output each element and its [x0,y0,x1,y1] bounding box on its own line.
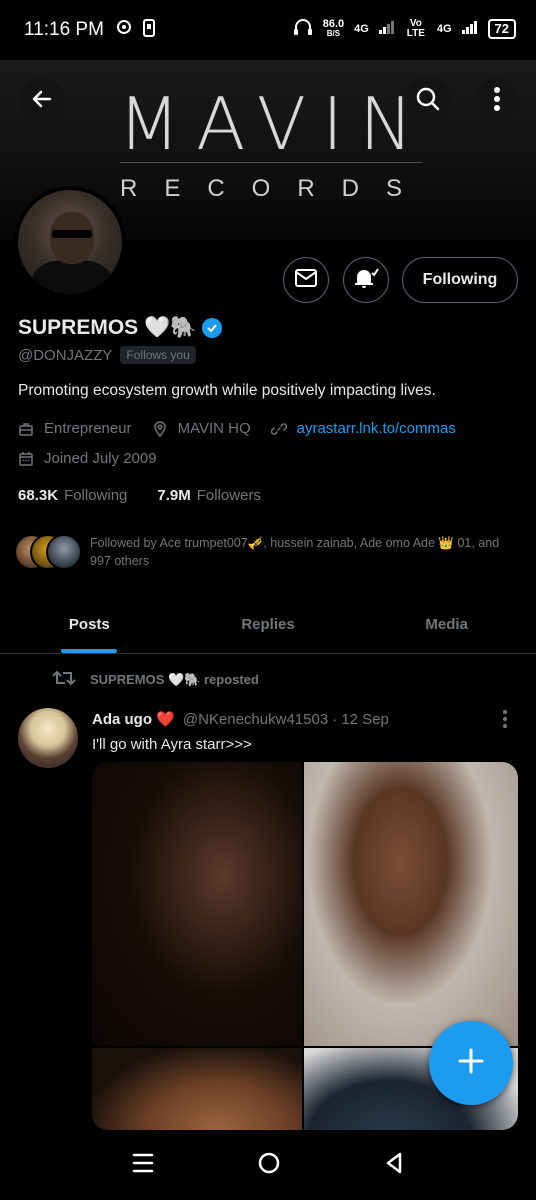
profile-joined-date: Joined July 2009 [44,450,157,467]
followed-by-row[interactable]: Followed by Ace trumpet007🎺, hussein zai… [14,534,520,570]
banner-logo-sub: RECORDS [120,175,430,202]
system-nav-bar [0,1130,536,1200]
mutual-avatars [14,534,84,570]
post-header: Ada ugo ❤️ @NKenechukw41503 · 12 Sep [92,710,389,729]
followers-label[interactable]: Followers [197,487,261,504]
repost-indicator: SUPREMOS 🤍🐘 reposted [52,668,259,691]
net-speed-value: 86.0 [322,17,345,30]
banner-logo-main: MAVIN [118,82,430,166]
search-button[interactable] [405,78,451,124]
phone-notification-icon [142,19,156,41]
tab-replies[interactable]: Replies [179,596,358,653]
followers-count[interactable]: 7.9M [157,487,190,504]
following-button[interactable]: Following [402,257,518,303]
search-icon [415,86,441,117]
post-author-avatar[interactable] [18,708,78,768]
profile-joined-row: Joined July 2009 [18,450,157,467]
message-button[interactable] [283,257,329,303]
battery-indicator: 72 [487,18,516,39]
notifications-button[interactable] [343,257,389,303]
net-speed-unit: B/S [326,28,341,38]
profile-meta-row: Entrepreneur MAVIN HQ ayrastarr.lnk.to/c… [18,420,456,437]
sim1-label: 4G [354,22,369,35]
back-button[interactable] [19,78,65,124]
following-label[interactable]: Following [64,487,127,504]
signal-icon-2 [461,20,478,37]
handle-row: @DONJAZZY Follows you [18,346,196,364]
compose-button[interactable] [429,1021,513,1105]
repost-label[interactable]: SUPREMOS 🤍🐘 reposted [90,672,259,688]
calendar-icon [18,451,34,467]
back-triangle-icon[interactable] [383,1151,405,1180]
tab-media[interactable]: Media [357,596,536,653]
post-image[interactable] [92,1048,302,1130]
back-arrow-icon [30,87,54,116]
link-icon [270,421,287,437]
followed-by-text: Followed by Ace trumpet007🎺, hussein zai… [90,536,500,568]
verified-badge-icon[interactable] [202,318,223,338]
more-options-button[interactable] [474,78,520,124]
repost-icon [52,668,76,691]
profile-avatar[interactable] [14,186,126,298]
mutual-avatar [46,534,82,570]
briefcase-icon [18,421,34,437]
profile-handle: @DONJAZZY [18,346,113,364]
menu-icon[interactable] [131,1152,155,1179]
more-vertical-icon [493,86,501,117]
chat-notification-icon [116,19,132,41]
volte-label: Vo LTE [406,17,425,39]
post-image[interactable] [304,762,518,1046]
tab-posts[interactable]: Posts [0,596,179,653]
post-more-button[interactable] [500,708,510,735]
mail-icon [294,268,318,293]
signal-icon [378,20,395,37]
compose-plus-icon [457,1047,485,1080]
follows-you-badge: Follows you [120,346,196,364]
follow-counts: 68.3K Following 7.9M Followers [18,487,261,504]
post-author-name[interactable]: Ada ugo ❤️ [92,710,175,728]
home-circle-icon[interactable] [257,1151,281,1180]
sim2-label: 4G [436,22,452,35]
profile-website-link[interactable]: ayrastarr.lnk.to/commas [297,420,456,437]
notification-bell-icon [352,265,380,296]
status-time: 11:16 PM [24,19,104,40]
banner-divider [120,162,422,163]
post-author-handle[interactable]: @NKenechukw41503 [183,711,328,728]
more-vertical-icon [500,710,510,734]
post-date: · 12 Sep [332,710,389,728]
headset-icon [293,18,313,39]
profile-bio: Promoting ecosystem growth while positiv… [18,382,436,399]
profile-location: MAVIN HQ [177,420,251,437]
post-image[interactable] [92,762,302,1046]
profile-tabs: Posts Replies Media [0,596,536,654]
profile-category: Entrepreneur [44,420,132,437]
post-text: I'll go with Ayra starr>>> [92,736,252,753]
following-count[interactable]: 68.3K [18,487,58,504]
status-bar: 11:16 PM 86.0 B/S 4G Vo LTE 4G 72 [0,0,536,60]
profile-name: SUPREMOS 🤍🐘 [18,316,197,339]
profile-name-row: SUPREMOS 🤍🐘 [18,316,223,340]
location-pin-icon [152,420,168,437]
